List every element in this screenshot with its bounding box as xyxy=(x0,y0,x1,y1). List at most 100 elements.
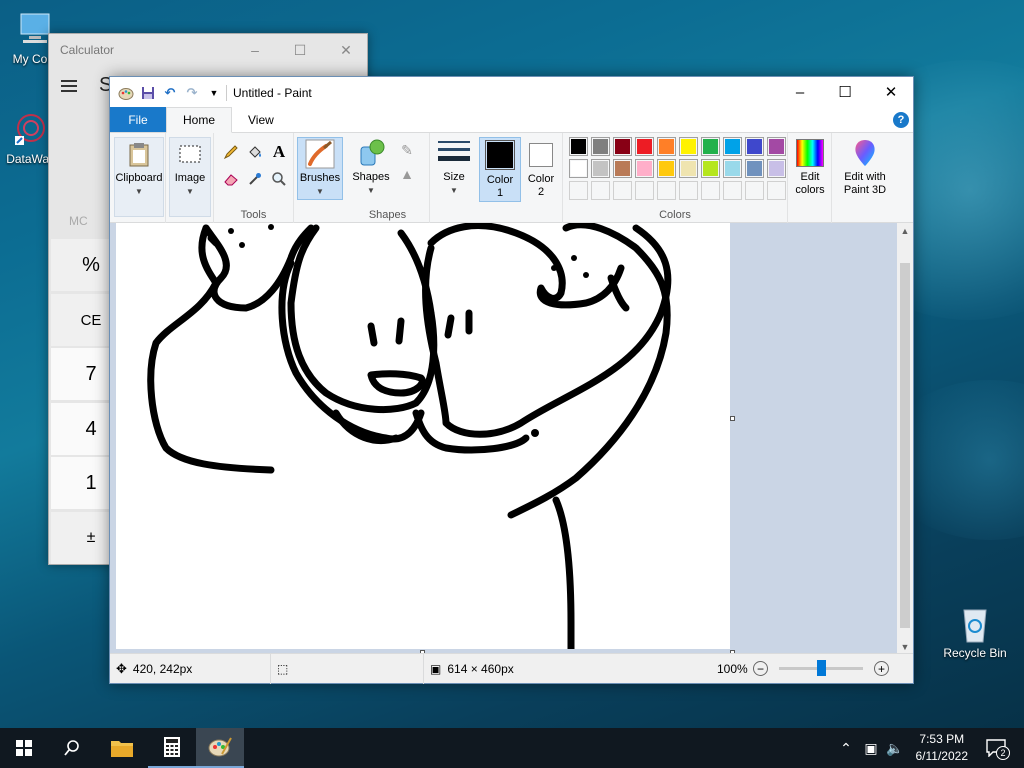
image-button[interactable]: Image ▼ xyxy=(169,137,211,217)
tab-file[interactable]: File xyxy=(110,107,166,132)
palette-swatch[interactable] xyxy=(657,159,676,178)
show-hidden-icons[interactable]: ⌃ xyxy=(836,728,856,768)
color-1-button[interactable]: Color 1 xyxy=(479,137,521,202)
tab-home[interactable]: Home xyxy=(166,107,233,133)
taskbar-file-explorer[interactable] xyxy=(98,728,146,768)
text-icon[interactable]: A xyxy=(268,141,290,163)
calculator-icon xyxy=(164,737,180,757)
zoom-in-icon[interactable]: + xyxy=(874,661,889,676)
network-icon[interactable]: ▣ xyxy=(860,728,882,768)
palette-swatch[interactable] xyxy=(613,137,632,156)
tab-view[interactable]: View xyxy=(232,107,290,132)
palette-swatch[interactable] xyxy=(613,159,632,178)
paint-title-bar: ↶ ↷ ▼ Untitled - Paint – ☐ ✕ xyxy=(110,77,913,108)
palette-swatch[interactable] xyxy=(591,137,610,156)
search-button[interactable] xyxy=(48,728,96,768)
paint-icon xyxy=(208,737,232,757)
desktop-icon-label: Recycle Bin xyxy=(943,646,1007,660)
scroll-up-icon[interactable]: ▲ xyxy=(897,223,913,239)
palette-empty-swatch[interactable] xyxy=(723,181,742,200)
calculator-minimize-button[interactable]: – xyxy=(232,34,278,66)
notification-count-badge: 2 xyxy=(996,746,1010,760)
paint-close-button[interactable]: ✕ xyxy=(868,77,914,107)
palette-swatch[interactable] xyxy=(635,159,654,178)
vertical-scrollbar[interactable]: ▲ ▼ xyxy=(897,223,913,655)
memory-clear-button[interactable]: MC xyxy=(69,214,88,228)
fill-icon[interactable] xyxy=(244,141,266,163)
help-icon[interactable]: ? xyxy=(893,112,909,128)
palette-empty-swatch[interactable] xyxy=(635,181,654,200)
hamburger-menu-icon[interactable] xyxy=(61,80,77,92)
palette-empty-swatch[interactable] xyxy=(701,181,720,200)
palette-swatch[interactable] xyxy=(701,159,720,178)
color-picker-icon[interactable] xyxy=(244,168,266,190)
outline-icon[interactable]: ✎ xyxy=(396,139,418,161)
palette-empty-swatch[interactable] xyxy=(613,181,632,200)
palette-empty-swatch[interactable] xyxy=(569,181,588,200)
zoom-out-icon[interactable]: − xyxy=(753,661,768,676)
cursor-position: ✥ 420, 242px xyxy=(116,654,192,684)
dropdown-caret-icon: ▼ xyxy=(367,186,375,195)
palette-swatch[interactable] xyxy=(635,137,654,156)
pencil-icon[interactable] xyxy=(220,141,242,163)
drawing-canvas[interactable] xyxy=(116,223,730,653)
shapes-group: Shapes ▼ ✎ ▲ Shapes xyxy=(346,133,430,223)
customize-qat-icon[interactable]: ▼ xyxy=(206,85,222,101)
action-center-button[interactable]: 2 xyxy=(978,728,1014,768)
paint-maximize-button[interactable]: ☐ xyxy=(822,77,868,107)
color-2-button[interactable]: Color 2 xyxy=(522,137,560,199)
palette-empty-swatch[interactable] xyxy=(745,181,764,200)
taskbar-paint[interactable] xyxy=(196,728,244,768)
palette-empty-swatch[interactable] xyxy=(591,181,610,200)
shapes-label: Shapes xyxy=(368,209,407,221)
volume-icon[interactable]: 🔈 xyxy=(884,728,906,768)
start-button[interactable] xyxy=(0,728,48,768)
undo-icon[interactable]: ↶ xyxy=(162,85,178,101)
palette-swatch[interactable] xyxy=(767,137,786,156)
shape-fill-icon[interactable]: ▲ xyxy=(396,163,418,185)
palette-swatch[interactable] xyxy=(569,159,588,178)
edit-colors-button[interactable]: Edit colors xyxy=(790,137,830,197)
scrollbar-thumb[interactable] xyxy=(900,263,910,628)
clock[interactable]: 7:53 PM 6/11/2022 xyxy=(916,731,969,765)
palette-swatch[interactable] xyxy=(767,159,786,178)
size-button[interactable]: Size ▼ xyxy=(434,137,474,197)
desktop-icon-recycle-bin[interactable]: Recycle Bin xyxy=(940,604,1010,660)
palette-swatch[interactable] xyxy=(723,159,742,178)
edit-with-paint3d-button[interactable]: Edit with Paint 3D xyxy=(836,137,894,197)
palette-swatch[interactable] xyxy=(569,137,588,156)
paint-app-icon[interactable] xyxy=(118,85,134,101)
clipboard-button[interactable]: Clipboard ▼ xyxy=(114,137,164,217)
palette-swatch[interactable] xyxy=(745,159,764,178)
eraser-icon[interactable] xyxy=(220,168,242,190)
dropdown-caret-icon: ▼ xyxy=(450,186,458,195)
shapes-icon xyxy=(360,139,385,166)
palette-swatch[interactable] xyxy=(723,137,742,156)
palette-swatch[interactable] xyxy=(679,137,698,156)
title-separator xyxy=(226,84,227,101)
palette-empty-swatch[interactable] xyxy=(767,181,786,200)
tools-group: A Tools xyxy=(214,133,294,223)
palette-swatch[interactable] xyxy=(657,137,676,156)
zoom-slider-thumb[interactable] xyxy=(817,660,826,676)
brushes-button[interactable]: Brushes ▼ xyxy=(297,137,343,200)
paint-minimize-button[interactable]: – xyxy=(777,77,823,107)
resize-handle-right[interactable] xyxy=(730,416,735,421)
palette-empty-swatch[interactable] xyxy=(679,181,698,200)
palette-swatch[interactable] xyxy=(679,159,698,178)
palette-swatch[interactable] xyxy=(745,137,764,156)
palette-swatch[interactable] xyxy=(591,159,610,178)
redo-icon[interactable]: ↷ xyxy=(184,85,200,101)
canvas-workspace xyxy=(110,223,899,655)
palette-empty-swatch[interactable] xyxy=(657,181,676,200)
taskbar-calculator[interactable] xyxy=(148,728,196,768)
magnifier-icon[interactable] xyxy=(268,168,290,190)
paint-window[interactable]: ↶ ↷ ▼ Untitled - Paint – ☐ ✕ File Home V… xyxy=(109,76,914,684)
palette-swatch[interactable] xyxy=(701,137,720,156)
shapes-button[interactable]: Shapes ▼ xyxy=(350,137,392,197)
calculator-maximize-button[interactable]: ☐ xyxy=(277,34,323,66)
calculator-close-button[interactable]: ✕ xyxy=(323,34,369,66)
cursor-position-value: 420, 242px xyxy=(132,662,193,676)
line-size-icon xyxy=(438,141,470,161)
save-icon[interactable] xyxy=(140,85,156,101)
